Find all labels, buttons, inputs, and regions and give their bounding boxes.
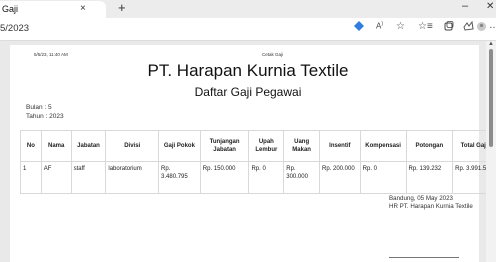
column-header: Tunjangan Jabatan [199,130,250,162]
table-cell: Rp. 3.480.795 [158,161,201,194]
table-cell: staff [70,161,107,194]
column-header: Gaji Pokok [158,130,201,162]
table-cell: Rp. 0 [248,161,285,194]
tab-close-icon[interactable]: × [80,3,86,14]
salary-table: No Nama Jabatan Divisi Gaji Pokok Tunjan… [20,130,496,194]
minimize-button[interactable]: – [462,0,468,12]
table-row: 1 AF staff laboratorium Rp. 3.480.795 Rp… [20,161,496,194]
more-icon[interactable]: … [489,20,496,31]
favorites-list-icon[interactable]: ☆≡ [418,21,433,32]
tab-title: Gaji [2,4,19,14]
signature-position: HR PT. Harapan Kurnia Textile [389,203,473,210]
new-tab-button[interactable]: + [118,0,126,15]
table-cell: Rp. 200.000 [319,161,361,194]
address-bar[interactable]: 5/2023 A) ☆ ☆≡ … [0,18,496,41]
column-header: Kompensasi [359,130,407,162]
extension-icon[interactable] [354,21,364,31]
column-header: Uang Makan [283,130,320,162]
table-cell: Rp. 139.232 [405,161,454,194]
read-aloud-icon[interactable]: A) [376,21,383,31]
print-doc-title: Cetak Gaji [262,52,284,57]
column-header: Potongan [405,130,454,162]
address-text[interactable]: 5/2023 [0,23,29,34]
window-close-button[interactable]: ✕ [486,1,494,12]
column-header: Nama [40,130,72,162]
report-title: Daftar Gaji Pegawai [194,85,302,99]
table-cell: 1 [20,161,42,194]
copilot-icon[interactable] [463,21,474,31]
table-cell: Rp. 150.000 [199,161,250,194]
column-header: Upah Lembur [248,130,285,162]
table-header-row: No Nama Jabatan Divisi Gaji Pokok Tunjan… [20,130,496,162]
collections-icon[interactable] [444,21,454,31]
print-datetime: 5/5/23, 11:40 AM [34,52,68,57]
table-cell: Rp. 300.000 [283,161,320,194]
scrollbar-thumb[interactable] [489,49,493,147]
profile-icon[interactable] [477,22,486,31]
signature-place-date: Bandung, 05 May 2023 [389,195,453,202]
year-label: Tahun : 2023 [26,113,64,120]
signature-line [389,257,459,258]
column-header: No [20,130,42,162]
table-cell: laboratorium [105,161,160,194]
scroll-up-icon[interactable]: ▲ [488,41,494,47]
month-label: Bulan : 5 [26,104,52,111]
browser-tab[interactable]: Gaji × [0,1,106,18]
signature-block: Bandung, 05 May 2023 HR PT. Harapan Kurn… [389,195,484,211]
favorite-icon[interactable]: ☆ [396,21,405,32]
company-name: PT. Harapan Kurnia Textile [147,61,349,80]
column-header: Jabatan [70,130,107,162]
column-header: Divisi [105,130,160,162]
table-cell: AF [40,161,72,194]
table-cell: Rp. 0 [359,161,407,194]
column-header: Insentif [319,130,361,162]
tab-bar: Gaji × + – ✕ [0,0,496,18]
